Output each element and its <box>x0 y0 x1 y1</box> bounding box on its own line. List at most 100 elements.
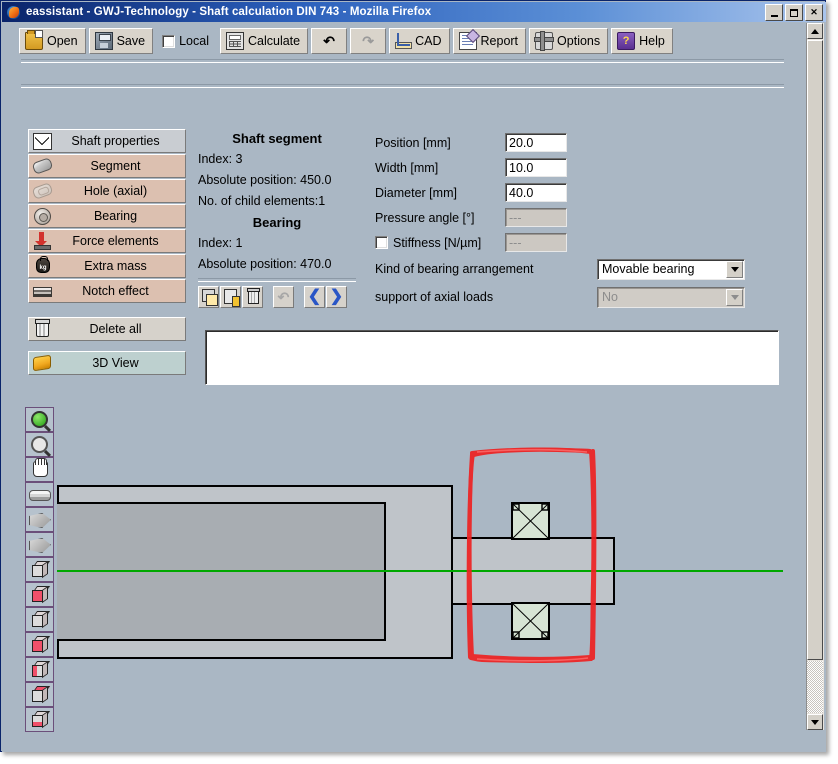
close-button[interactable]: ✕ <box>805 4 823 21</box>
separator-top <box>21 59 784 63</box>
wireframe-view-tool[interactable] <box>25 607 54 632</box>
options-button[interactable]: Options <box>529 28 608 54</box>
copy-icon <box>202 289 215 302</box>
sidebar-item-bearing[interactable]: Bearing <box>28 204 186 228</box>
left-view-tool[interactable] <box>25 657 54 682</box>
cone-icon <box>29 538 51 553</box>
local-checkbox-label: Local <box>179 34 209 48</box>
width-input[interactable] <box>505 158 567 177</box>
next-button[interactable]: ❯ <box>326 286 347 308</box>
window-title: eassistant - GWJ-Technology - Shaft calc… <box>26 6 431 18</box>
stiffness-checkbox[interactable] <box>375 236 388 249</box>
position-input[interactable] <box>505 133 567 152</box>
bearing-arrangement-select[interactable]: Movable bearing <box>597 259 745 280</box>
sidebar-item-force-elements[interactable]: Force elements <box>28 229 186 253</box>
maximize-button[interactable] <box>785 4 803 21</box>
bearing-icon <box>32 207 52 225</box>
cube-left-red-icon <box>32 661 47 676</box>
cube-top-red-icon <box>32 686 47 701</box>
top-view-tool[interactable] <box>25 682 54 707</box>
local-checkbox[interactable]: Local <box>156 28 217 54</box>
paste-icon <box>224 289 237 304</box>
bearing-arrangement-row: Kind of bearing arrangement Movable bear… <box>375 255 775 283</box>
copy-button[interactable] <box>198 286 219 308</box>
delete-all-button[interactable]: Delete all <box>28 317 186 341</box>
zoom-in-tool[interactable] <box>25 407 54 432</box>
folder-open-icon <box>25 32 43 50</box>
bearing-properties-form: Position [mm] Width [mm] Diameter [mm] P… <box>375 130 775 311</box>
pressure-angle-row: Pressure angle [°] <box>375 205 775 230</box>
paste-button[interactable] <box>220 286 241 308</box>
3d-view-button[interactable]: 3D View <box>28 351 186 375</box>
scrollbar-track[interactable] <box>807 661 823 713</box>
bottom-view-tool[interactable] <box>25 707 54 732</box>
shaft-drawing-svg <box>57 407 783 732</box>
triangle-up-icon <box>811 29 819 34</box>
sidebar-item-shaft-properties[interactable]: Shaft properties <box>28 129 186 153</box>
title-bar: eassistant - GWJ-Technology - Shaft calc… <box>2 2 826 22</box>
pan-tool[interactable] <box>25 457 54 482</box>
help-button-label: Help <box>639 34 665 48</box>
undo-button-panel[interactable]: ↶ <box>273 286 294 308</box>
chevron-left-icon: ❮ <box>305 287 324 307</box>
scroll-up-button[interactable] <box>807 23 823 39</box>
cad-button[interactable]: CAD <box>389 28 449 54</box>
position-label: Position [mm] <box>375 136 505 150</box>
sidebar-item-segment[interactable]: Segment <box>28 154 186 178</box>
delete-all-label: Delete all <box>52 322 185 336</box>
sidebar-item-label: Segment <box>52 159 185 173</box>
hand-icon <box>33 461 48 477</box>
cone-view-tool-2[interactable] <box>25 532 54 557</box>
previous-button[interactable]: ❮ <box>304 286 325 308</box>
vertical-scrollbar[interactable] <box>806 23 824 730</box>
options-button-label: Options <box>557 34 600 48</box>
save-button[interactable]: Save <box>89 28 154 54</box>
right-view-tool[interactable] <box>25 632 54 657</box>
notch-icon <box>32 282 52 300</box>
shaft-drawing-canvas[interactable] <box>57 407 783 732</box>
save-button-label: Save <box>117 34 146 48</box>
element-type-sidebar: Shaft properties Segment Hole (axial) Be… <box>28 129 186 376</box>
delete-button[interactable] <box>242 286 263 308</box>
options-tools-icon <box>535 32 553 50</box>
segment-cylinder-icon <box>32 157 52 175</box>
triangle-down-icon <box>811 720 819 725</box>
segment-absolute-position: Absolute position: 450.0 <box>198 173 356 187</box>
cone-icon <box>29 513 51 528</box>
checkbox-icon[interactable] <box>162 35 175 48</box>
isometric-view-tool[interactable] <box>25 557 54 582</box>
application-window: eassistant - GWJ-Technology - Shaft calc… <box>0 0 826 752</box>
open-button[interactable]: Open <box>19 28 86 54</box>
stiffness-label: Stiffness [N/µm] <box>393 236 481 250</box>
trash-icon <box>32 320 52 338</box>
bearing-symbol-lower <box>512 603 549 639</box>
redo-button[interactable]: ↷ <box>350 28 386 54</box>
magnifier-icon <box>31 436 48 453</box>
stiffness-label-group: Stiffness [N/µm] <box>375 236 505 250</box>
cone-view-tool-1[interactable] <box>25 507 54 532</box>
bearing-arrangement-value: Movable bearing <box>602 262 694 276</box>
sidebar-item-extra-mass[interactable]: Extra mass <box>28 254 186 278</box>
trash-icon <box>248 290 259 304</box>
undo-button[interactable]: ↶ <box>311 28 347 54</box>
axial-loads-select: No <box>597 287 745 308</box>
help-button[interactable]: Help <box>611 28 673 54</box>
calculator-icon <box>226 32 244 50</box>
chevron-down-icon <box>726 289 743 306</box>
open-button-label: Open <box>47 34 78 48</box>
diameter-input[interactable] <box>505 183 567 202</box>
chevron-down-icon[interactable] <box>726 261 743 278</box>
scroll-down-button[interactable] <box>807 714 823 730</box>
cube-side-red-icon <box>32 636 47 651</box>
axial-loads-label: support of axial loads <box>375 290 597 304</box>
minimize-button[interactable] <box>765 4 783 21</box>
sidebar-item-notch-effect[interactable]: Notch effect <box>28 279 186 303</box>
zoom-out-tool[interactable] <box>25 432 54 457</box>
message-output-box[interactable] <box>205 330 779 385</box>
front-view-tool[interactable] <box>25 582 54 607</box>
scrollbar-thumb[interactable] <box>807 40 823 660</box>
calculate-button[interactable]: Calculate <box>220 28 308 54</box>
report-button[interactable]: Report <box>453 28 527 54</box>
sidebar-item-hole-axial[interactable]: Hole (axial) <box>28 179 186 203</box>
cylinder-view-tool[interactable] <box>25 482 54 507</box>
